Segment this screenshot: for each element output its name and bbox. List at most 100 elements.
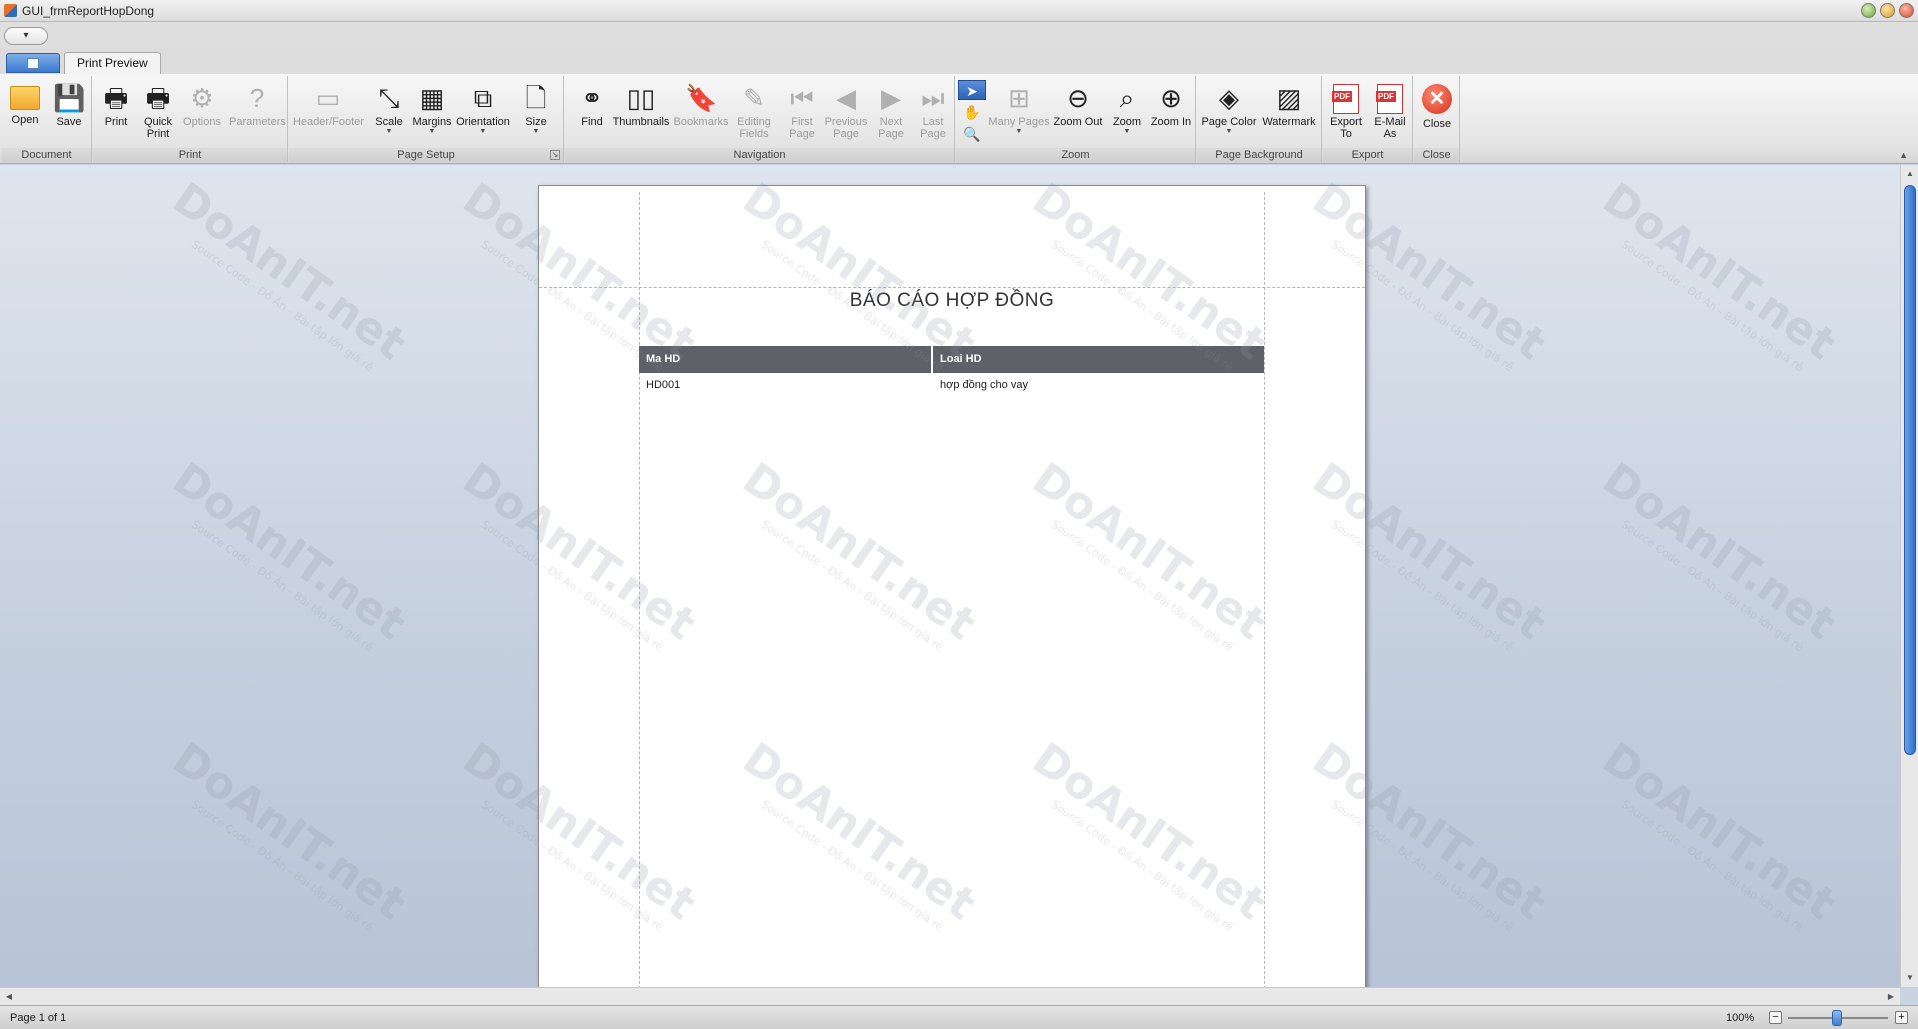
zoom-level: 100% bbox=[1726, 1012, 1755, 1024]
binoculars-icon: ⚭ bbox=[581, 83, 603, 113]
bookmark-icon: 🔖 bbox=[685, 83, 718, 113]
close-icon: ✕ bbox=[1422, 84, 1452, 114]
many-pages-icon: ⊞ bbox=[1008, 83, 1030, 113]
customize-quick-access-button[interactable]: ▾ bbox=[4, 27, 48, 45]
horizontal-scrollbar[interactable]: ◀ ▶ bbox=[0, 987, 1900, 1005]
email-as-button[interactable]: PDF E-Mail As bbox=[1367, 80, 1413, 146]
scroll-up-button[interactable]: ▲ bbox=[1901, 167, 1918, 181]
bookmarks-button[interactable]: 🔖 Bookmarks bbox=[673, 80, 729, 146]
magnifier-tool-button[interactable]: 🔍 bbox=[958, 124, 986, 144]
cursor-arrow-icon: ➤ bbox=[966, 83, 978, 99]
print-button[interactable]: 🖶 Print bbox=[93, 80, 139, 146]
page-color-button[interactable]: ◈ Page Color ▼ bbox=[1201, 80, 1257, 146]
zoom-minus-button[interactable]: − bbox=[1769, 1011, 1782, 1024]
vertical-scrollbar[interactable]: ▲ ▼ bbox=[1900, 165, 1918, 987]
maximize-button[interactable] bbox=[1880, 3, 1895, 18]
previous-page-button[interactable]: ◀ Previous Page bbox=[821, 80, 871, 146]
editing-fields-button[interactable]: ✎ Editing Fields bbox=[731, 80, 777, 146]
group-caption-document: Document bbox=[2, 148, 91, 162]
magnifier-icon: 🔍 bbox=[963, 126, 981, 142]
open-button[interactable]: Open bbox=[2, 80, 48, 146]
group-page-background: ◈ Page Color ▼ ▨ Watermark Page Backgrou… bbox=[1197, 76, 1322, 162]
chevron-down-icon: ▼ bbox=[385, 128, 393, 135]
orientation-button[interactable]: ⧉ Orientation ▼ bbox=[455, 80, 511, 146]
pdf-email-icon: PDF bbox=[1376, 84, 1403, 114]
parameters-button[interactable]: ? Parameters bbox=[229, 80, 286, 146]
watermark-icon: ▨ bbox=[1276, 83, 1302, 113]
window-close-button[interactable] bbox=[1899, 3, 1914, 18]
save-button[interactable]: 💾 Save bbox=[46, 80, 92, 146]
scale-icon: ⤡ bbox=[378, 83, 400, 113]
vertical-scroll-thumb[interactable] bbox=[1904, 185, 1916, 755]
find-button[interactable]: ⚭ Find bbox=[569, 80, 615, 146]
group-page-setup: ▭ Header/Footer ⤡ Scale ▼ ▦ Margins ▼ ⧉ … bbox=[289, 76, 564, 162]
paint-bucket-icon: ◈ bbox=[1219, 83, 1239, 113]
group-caption-page-background: Page Background bbox=[1197, 148, 1321, 162]
minimize-button[interactable] bbox=[1861, 3, 1876, 18]
report-page: BÁO CÁO HỢP ĐỒNG Ma HD Loai HD HD001 hợp… bbox=[538, 185, 1366, 987]
many-pages-button[interactable]: ⊞ Many Pages ▼ bbox=[988, 80, 1050, 146]
title-bar: GUI_frmReportHopDong bbox=[0, 0, 1918, 22]
cell-ma-hd: HD001 bbox=[646, 379, 681, 391]
ribbon-minimize-button[interactable]: ▲ bbox=[1899, 150, 1908, 160]
group-zoom: ➤ ✋ 🔍 ⊞ Many Pages ▼ ⊖ Zoom Out ⌕ Zoom ▼… bbox=[956, 76, 1196, 162]
scroll-down-button[interactable]: ▼ bbox=[1901, 971, 1918, 985]
last-page-button[interactable]: ⏭ Last Page bbox=[910, 80, 956, 146]
chevron-down-icon: ▼ bbox=[479, 128, 487, 135]
quick-print-button[interactable]: 🖶 Quick Print bbox=[135, 80, 181, 146]
page-info: Page 1 of 1 bbox=[10, 1012, 67, 1024]
header-footer-icon: ▭ bbox=[315, 83, 341, 113]
group-caption-page-setup: Page Setup bbox=[289, 148, 563, 162]
preview-workspace: BÁO CÁO HỢP ĐỒNG Ma HD Loai HD HD001 hợp… bbox=[0, 165, 1900, 987]
first-page-button[interactable]: ⏮ First Page bbox=[779, 80, 825, 146]
hand-icon: ✋ bbox=[963, 104, 981, 120]
window-controls bbox=[1861, 3, 1914, 18]
thumbnails-button[interactable]: ▯▯ Thumbnails bbox=[611, 80, 671, 146]
export-to-button[interactable]: PDF Export To bbox=[1323, 80, 1369, 146]
close-preview-button[interactable]: ✕ Close bbox=[1414, 80, 1460, 146]
previous-page-icon: ◀ bbox=[836, 83, 856, 113]
tab-print-preview[interactable]: Print Preview bbox=[64, 52, 161, 74]
orientation-icon: ⧉ bbox=[473, 83, 493, 113]
group-caption-close: Close bbox=[1414, 148, 1459, 162]
report-table-header: Ma HD Loai HD bbox=[639, 346, 1264, 373]
group-navigation: ⚭ Find ▯▯ Thumbnails 🔖 Bookmarks ✎ Editi… bbox=[565, 76, 955, 162]
quick-printer-icon: 🖶 bbox=[145, 83, 171, 113]
next-page-icon: ▶ bbox=[881, 83, 901, 113]
scroll-left-button[interactable]: ◀ bbox=[2, 988, 16, 1006]
group-caption-navigation: Navigation bbox=[565, 148, 954, 162]
options-button[interactable]: ⚙ Options bbox=[179, 80, 225, 146]
report-title: BÁO CÁO HỢP ĐỒNG bbox=[849, 290, 1055, 311]
top-margin-guide bbox=[539, 287, 1365, 288]
scale-button[interactable]: ⤡ Scale ▼ bbox=[366, 80, 412, 146]
zoom-plus-button[interactable]: + bbox=[1895, 1011, 1908, 1024]
hand-tool-button[interactable]: ✋ bbox=[958, 102, 986, 122]
column-header-ma-hd: Ma HD bbox=[639, 346, 931, 373]
zoom-button[interactable]: ⌕ Zoom ▼ bbox=[1104, 80, 1150, 146]
zoom-out-button[interactable]: ⊖ Zoom Out bbox=[1052, 80, 1104, 146]
next-page-button[interactable]: ▶ Next Page bbox=[868, 80, 914, 146]
chevron-down-icon: ▼ bbox=[1123, 128, 1131, 135]
watermark-logo: DoAnIT.net Source Code - Đồ Án - Bài tập … bbox=[1593, 733, 1845, 935]
scroll-right-button[interactable]: ▶ bbox=[1884, 988, 1898, 1006]
quick-access-toolbar: ▾ bbox=[0, 22, 1918, 48]
floppy-disk-icon: 💾 bbox=[53, 83, 86, 113]
chevron-down-icon: ▼ bbox=[1015, 128, 1023, 135]
watermark-logo: DoAnIT.net Source Code - Đồ Án - Bài tập … bbox=[163, 173, 415, 375]
chevron-down-icon: ▼ bbox=[532, 128, 540, 135]
group-document: Open 💾 Save Document bbox=[2, 76, 92, 162]
watermark-button[interactable]: ▨ Watermark bbox=[1259, 80, 1319, 146]
pointer-tool-button[interactable]: ➤ bbox=[958, 80, 986, 100]
page-setup-dialog-launcher[interactable]: ↘ bbox=[550, 150, 560, 160]
margins-button[interactable]: ▦ Margins ▼ bbox=[409, 80, 455, 146]
group-caption-export: Export bbox=[1323, 148, 1412, 162]
options-gear-icon: ⚙ bbox=[190, 83, 214, 113]
size-button[interactable]: 🗋 Size ▼ bbox=[513, 80, 559, 146]
first-page-icon: ⏮ bbox=[790, 83, 814, 113]
application-menu-button[interactable] bbox=[6, 53, 60, 73]
zoom-slider-thumb[interactable] bbox=[1832, 1010, 1842, 1026]
cell-loai-hd: hợp đồng cho vay bbox=[940, 379, 1028, 391]
header-footer-button[interactable]: ▭ Header/Footer bbox=[293, 80, 364, 146]
watermark-logo: DoAnIT.net Source Code - Đồ Án - Bài tập … bbox=[1593, 453, 1845, 655]
zoom-in-button[interactable]: ⊕ Zoom In bbox=[1148, 80, 1194, 146]
